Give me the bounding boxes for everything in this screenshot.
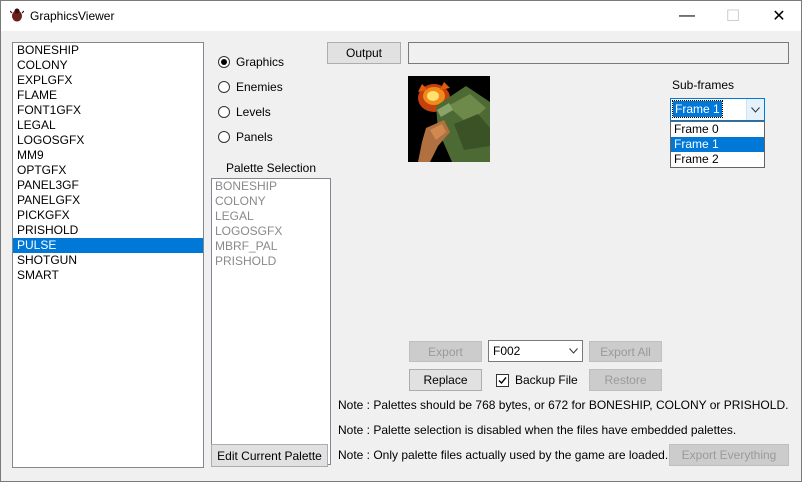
maximize-button[interactable]: ☐ (710, 0, 756, 31)
dropdown-option-highlighted[interactable]: Frame 1 (671, 137, 764, 152)
radio-circle[interactable] (218, 131, 230, 143)
list-item[interactable]: COLONY (13, 58, 203, 73)
export-button[interactable]: Export (409, 341, 482, 362)
subframes-label: Sub-frames (672, 78, 735, 92)
palette-selection-label: Palette Selection (225, 161, 317, 175)
list-item[interactable]: SMART (13, 268, 203, 283)
minimize-button[interactable]: — (664, 0, 710, 31)
export-everything-button[interactable]: Export Everything (669, 444, 789, 466)
list-item[interactable]: FLAME (13, 88, 203, 103)
file-select-value: F002 (493, 344, 521, 358)
restore-button[interactable]: Restore (589, 369, 662, 391)
radio-label: Enemies (236, 80, 283, 94)
subframe-selected-value: Frame 1 (672, 100, 723, 118)
file-select[interactable]: F002 (488, 340, 583, 362)
backup-file-label: Backup File (515, 373, 578, 387)
dropdown-option[interactable]: Frame 2 (671, 152, 764, 167)
radio-panels[interactable]: Panels (218, 129, 273, 145)
output-button[interactable]: Output (327, 42, 401, 64)
replace-button[interactable]: Replace (409, 369, 482, 391)
note-palette-size: Note : Palettes should be 768 bytes, or … (338, 398, 789, 412)
list-item[interactable]: MBRF_PAL (212, 239, 330, 254)
checkmark-icon[interactable] (496, 373, 509, 387)
list-item[interactable]: BONESHIP (13, 43, 203, 58)
backup-file-checkbox[interactable]: Backup File (496, 373, 578, 387)
list-item[interactable]: OPTGFX (13, 163, 203, 178)
list-item[interactable]: EXPLGFX (13, 73, 203, 88)
radio-label: Levels (236, 105, 271, 119)
chevron-down-icon[interactable] (746, 99, 764, 120)
radio-label: Panels (236, 130, 273, 144)
list-item[interactable]: COLONY (212, 194, 330, 209)
edit-current-palette-button[interactable]: Edit Current Palette (211, 444, 328, 467)
chevron-down-icon[interactable] (564, 341, 582, 361)
list-item[interactable]: BONESHIP (212, 179, 330, 194)
list-item[interactable]: PICKGFX (13, 208, 203, 223)
list-item[interactable]: PRISHOLD (13, 223, 203, 238)
radio-graphics[interactable]: Graphics (218, 54, 284, 70)
list-item[interactable]: PANEL3GF (13, 178, 203, 193)
radio-levels[interactable]: Levels (218, 104, 271, 120)
list-item[interactable]: PRISHOLD (212, 254, 330, 269)
export-all-button[interactable]: Export All (589, 341, 662, 362)
list-item[interactable]: LEGAL (212, 209, 330, 224)
list-item[interactable]: SHOTGUN (13, 253, 203, 268)
subframe-select[interactable]: Frame 1 (670, 98, 765, 121)
radio-enemies[interactable]: Enemies (218, 79, 283, 95)
close-button[interactable]: ✕ (756, 0, 802, 31)
file-list[interactable]: BONESHIP COLONY EXPLGFX FLAME FONT1GFX L… (12, 42, 204, 468)
note-palette-disabled: Note : Palette selection is disabled whe… (338, 423, 737, 437)
list-item[interactable]: MM9 (13, 148, 203, 163)
note-palette-loaded: Note : Only palette files actually used … (338, 448, 669, 462)
app-bug-icon (9, 8, 25, 22)
subframe-dropdown-list[interactable]: Frame 0 Frame 1 Frame 2 (670, 121, 765, 168)
list-item[interactable]: LOGOSGFX (13, 133, 203, 148)
radio-circle[interactable] (218, 81, 230, 93)
list-item[interactable]: PANELGFX (13, 193, 203, 208)
palette-list[interactable]: BONESHIP COLONY LEGAL LOGOSGFX MBRF_PAL … (211, 178, 331, 465)
radio-circle[interactable] (218, 56, 230, 68)
window-title: GraphicsViewer (30, 9, 115, 23)
list-item[interactable]: FONT1GFX (13, 103, 203, 118)
output-path-field[interactable] (408, 42, 789, 64)
sprite-preview-image (408, 76, 490, 162)
dropdown-option[interactable]: Frame 0 (671, 122, 764, 137)
list-item[interactable]: LOGOSGFX (212, 224, 330, 239)
radio-circle[interactable] (218, 106, 230, 118)
list-item[interactable]: LEGAL (13, 118, 203, 133)
radio-label: Graphics (236, 55, 285, 69)
list-item-selected[interactable]: PULSE (13, 238, 203, 253)
